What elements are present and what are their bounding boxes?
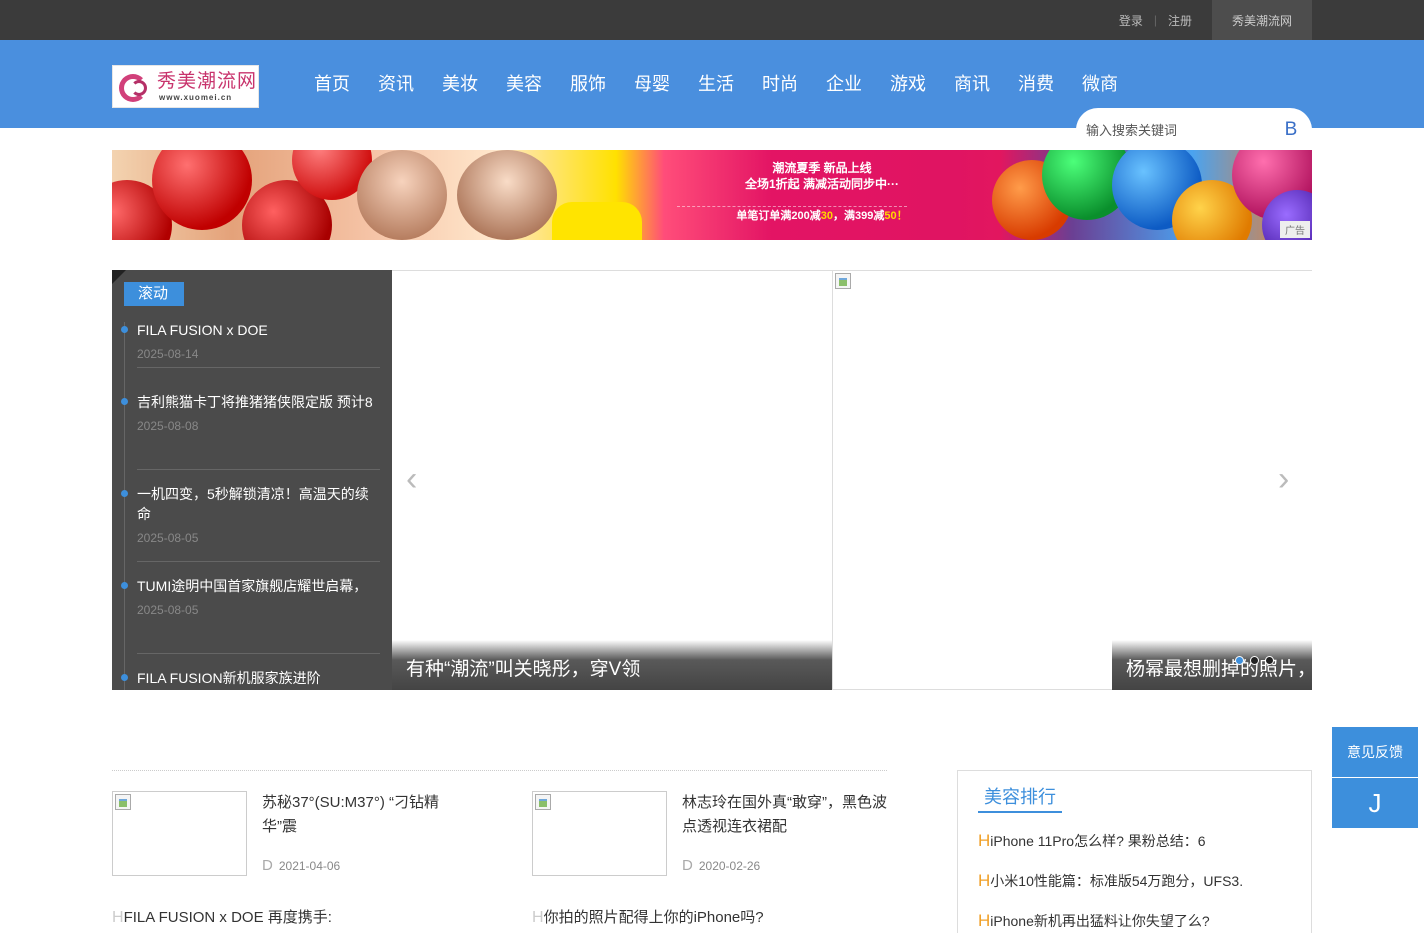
article-card[interactable]: 苏秘37°(SU:M37°) “刁钻精华”震 D 2021-04-06 [112, 791, 472, 891]
news-date: 2025-08-05 [137, 531, 199, 545]
hot-icon: H [532, 909, 544, 926]
ranking-title: 美容排行 [978, 783, 1062, 813]
nav-item-consumer[interactable]: 消费 [1004, 62, 1068, 106]
beauty-ranking-panel: 美容排行 HiPhone 11Pro怎么样? 果粉总结：6 H小米10性能篇：标… [957, 770, 1312, 933]
section-divider [112, 770, 887, 771]
article-thumbnail[interactable] [532, 791, 667, 876]
article-sub-link[interactable]: HFILA FUSION x DOE 再度携手: [112, 908, 332, 928]
news-item[interactable]: 吉利熊猫卡丁将推猪猪侠限定版 预计8 2025-08-08 [137, 392, 380, 470]
slider-prev-arrow-icon[interactable]: ‹ [406, 462, 417, 496]
slider-dot[interactable] [1265, 656, 1274, 665]
logo-mark-icon [117, 70, 155, 104]
model-image [357, 150, 447, 240]
slider-dot[interactable] [1250, 656, 1259, 665]
back-to-top-icon[interactable]: J [1332, 778, 1418, 828]
separator: | [1153, 13, 1157, 27]
rank-marker-icon: H [978, 871, 991, 890]
news-title[interactable]: 吉利熊猫卡丁将推猪猪侠限定版 预计8 [137, 392, 380, 412]
model-shirt-image [552, 202, 642, 240]
nav-item-trade-news[interactable]: 商讯 [940, 62, 1004, 106]
news-title[interactable]: 一机四变，5秒解锁清凉！高温天的续命 [137, 484, 380, 524]
nav-item-fashion[interactable]: 时尚 [748, 62, 812, 106]
account-links: 登录 | 注册 [1119, 0, 1192, 40]
article-thumbnail[interactable] [112, 791, 247, 876]
news-date: 2025-08-08 [137, 419, 199, 433]
nav-item-business[interactable]: 企业 [812, 62, 876, 106]
broken-image-icon [835, 273, 851, 289]
logo-name: 秀美潮流网 [157, 70, 258, 92]
ranking-item[interactable]: HiPhone 11Pro怎么样? 果粉总结：6 [978, 831, 1206, 851]
news-item[interactable]: FILA FUSION新机服家族进阶 [137, 668, 380, 690]
scroll-news-panel: 滚动 FILA FUSION x DOE 2025-08-14 吉利熊猫卡丁将推… [112, 270, 392, 690]
nav-item-life[interactable]: 生活 [684, 62, 748, 106]
timeline-dot-icon [121, 490, 128, 497]
model-image [457, 150, 557, 240]
article-sub-link[interactable]: H你拍的照片配得上你的iPhone吗? [532, 908, 764, 928]
timeline-dot-icon [121, 398, 128, 405]
date-icon: D [262, 857, 273, 874]
date-icon: D [682, 857, 693, 874]
nav-item-games[interactable]: 游戏 [876, 62, 940, 106]
banner-text: 潮流夏季 新品上线 全场1折起 满减活动同步中··· 单笔订单满200减30，满… [672, 160, 972, 224]
article-meta: D 2020-02-26 [682, 857, 760, 874]
rank-marker-icon: H [978, 831, 991, 850]
timeline-dot-icon [121, 326, 128, 333]
article-meta: D 2021-04-06 [262, 857, 340, 874]
nav-item-news[interactable]: 资讯 [364, 62, 428, 106]
slide-image[interactable] [832, 270, 1312, 690]
nav-item-wechat-biz[interactable]: 微商 [1068, 62, 1132, 106]
logo-domain: www.xuomei.cn [159, 92, 233, 102]
article-title[interactable]: 林志玲在国外真“敢穿”，黑色波点透视连衣裙配 [682, 791, 892, 839]
search-input[interactable] [1086, 120, 1276, 140]
news-date: 2025-08-14 [137, 347, 199, 361]
site-home-link[interactable]: 秀美潮流网 [1212, 0, 1312, 40]
news-title[interactable]: FILA FUSION新机服家族进阶 [137, 668, 380, 688]
news-date: 2025-08-05 [137, 603, 199, 617]
slide-image[interactable] [392, 270, 832, 690]
site-logo[interactable]: 秀美潮流网 www.xuomei.cn [112, 65, 259, 108]
slide-caption[interactable]: 有种“潮流”叫关晓彤，穿V领 [392, 640, 832, 690]
nav-item-home[interactable]: 首页 [300, 62, 364, 106]
feedback-button[interactable]: 意见反馈 [1332, 727, 1418, 777]
timeline-dot-icon [121, 674, 128, 681]
login-link[interactable]: 登录 [1119, 12, 1143, 29]
article-date: 2021-04-06 [278, 859, 341, 873]
rank-marker-icon: H [978, 911, 991, 930]
hot-icon: H [112, 909, 124, 926]
news-item[interactable]: 一机四变，5秒解锁清凉！高温天的续命 2025-08-05 [137, 484, 380, 562]
article-card[interactable]: 林志玲在国外真“敢穿”，黑色波点透视连衣裙配 D 2020-02-26 [532, 791, 892, 891]
timeline-dot-icon [121, 582, 128, 589]
banner-line-1: 潮流夏季 新品上线 [772, 161, 872, 175]
promo-banner-ad[interactable]: 潮流夏季 新品上线 全场1折起 满减活动同步中··· 单笔订单满200减30，满… [112, 150, 1312, 240]
slide-caption[interactable]: 杨幂最想删掉的照片， [1112, 640, 1312, 690]
nav-menu: 首页 资讯 美妆 美容 服饰 母婴 生活 时尚 企业 游戏 商讯 消费 微商 [300, 62, 1132, 106]
article-date: 2020-02-26 [698, 859, 761, 873]
ranking-item[interactable]: HiPhone新机再出猛料让你失望了么? [978, 911, 1210, 931]
nav-item-beauty[interactable]: 美容 [492, 62, 556, 106]
nav-item-baby[interactable]: 母婴 [620, 62, 684, 106]
search-box: B [1076, 108, 1312, 152]
banner-line-2: 全场1折起 满减活动同步中··· [745, 177, 899, 191]
nav-item-makeup[interactable]: 美妆 [428, 62, 492, 106]
scroll-tag: 滚动 [124, 282, 184, 306]
news-item[interactable]: FILA FUSION x DOE 2025-08-14 [137, 320, 380, 368]
top-bar: 登录 | 注册 秀美潮流网 [0, 0, 1424, 40]
timeline-line [124, 322, 125, 690]
news-title[interactable]: TUMI途明中国首家旗舰店耀世启幕， [137, 576, 380, 596]
slider-dot[interactable] [1235, 656, 1244, 665]
register-link[interactable]: 注册 [1168, 12, 1192, 29]
slider-next-arrow-icon[interactable]: › [1278, 462, 1289, 496]
nav-item-apparel[interactable]: 服饰 [556, 62, 620, 106]
article-title[interactable]: 苏秘37°(SU:M37°) “刁钻精华”震 [262, 791, 472, 839]
broken-image-icon [115, 794, 131, 810]
ranking-item[interactable]: H小米10性能篇：标准版54万跑分，UFS3. [978, 871, 1243, 891]
banner-line-3: 单笔订单满200减30，满399减50！ [736, 210, 908, 222]
floating-tools: 意见反馈 J [1332, 727, 1418, 828]
broken-image-icon [535, 794, 551, 810]
slider-pagination [1235, 656, 1274, 665]
ad-tag: 广告 [1280, 221, 1310, 238]
search-button-icon[interactable]: B [1283, 118, 1299, 142]
news-title[interactable]: FILA FUSION x DOE [137, 320, 380, 340]
news-item[interactable]: TUMI途明中国首家旗舰店耀世启幕， 2025-08-05 [137, 576, 380, 654]
